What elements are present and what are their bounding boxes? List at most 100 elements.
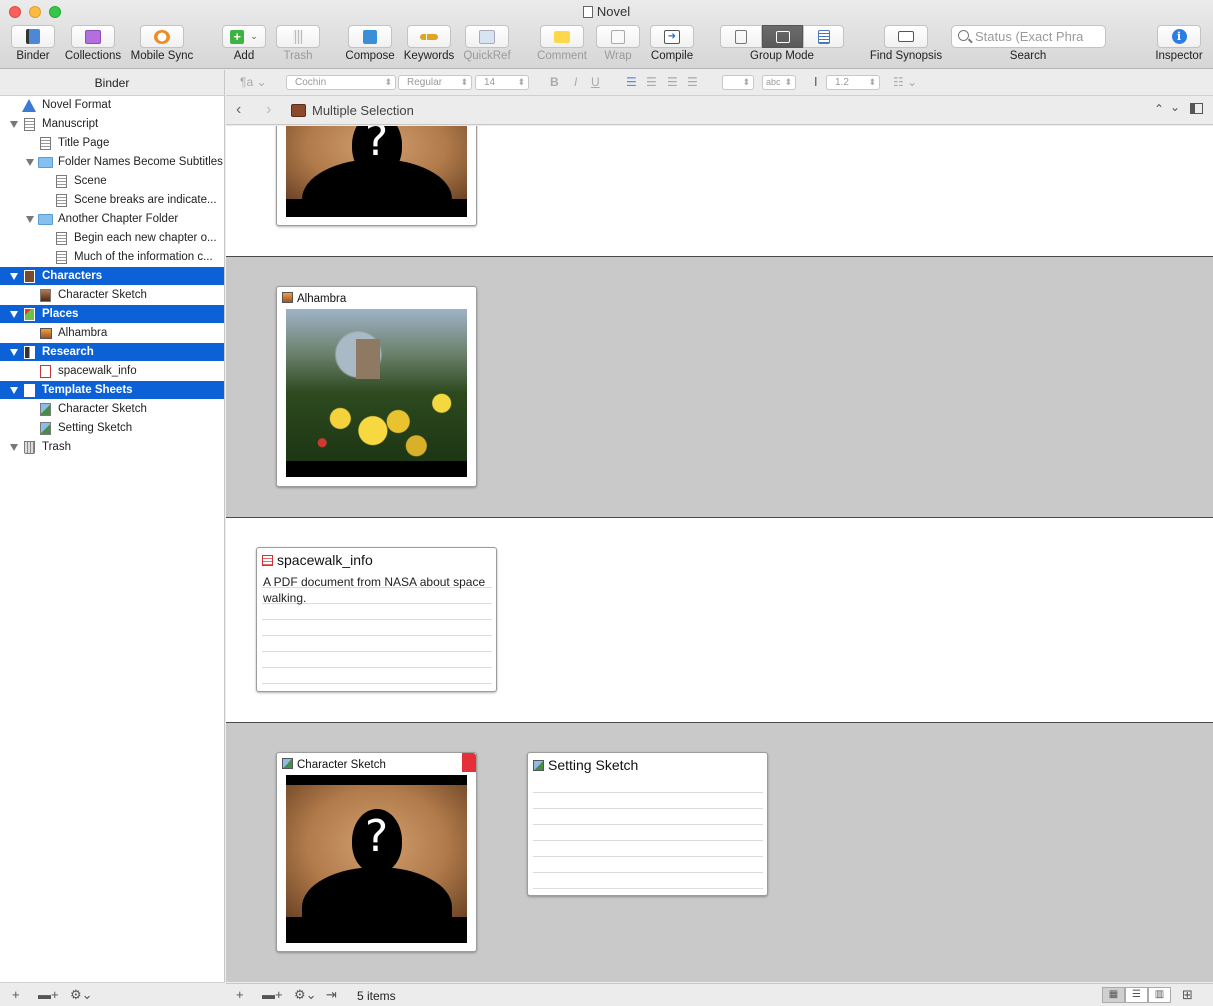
gear-icon[interactable]: ⚙⌄ xyxy=(70,987,93,1003)
chevron-down-icon[interactable]: ⌄ xyxy=(1170,100,1180,114)
grid-view-icon[interactable]: ▦ xyxy=(1102,987,1125,1003)
mobile-sync-toolbar-button[interactable]: Mobile Sync xyxy=(131,25,193,62)
list-style-menu[interactable]: ☷ ⌄ xyxy=(893,75,917,89)
export-icon[interactable]: ⇥ xyxy=(326,987,337,1003)
disclosure-triangle-icon[interactable] xyxy=(10,311,18,318)
add-folder-icon[interactable]: ▬+ xyxy=(262,987,283,1002)
binder-item-setting-sketch[interactable]: Setting Sketch xyxy=(0,419,224,438)
index-card-character-sketch[interactable]: Character Sketch ? xyxy=(276,752,477,952)
italic-button[interactable]: I xyxy=(574,75,577,89)
document-icon xyxy=(582,6,593,18)
chevron-up-icon[interactable]: ⌃ xyxy=(1154,102,1164,116)
trash-toolbar-button[interactable]: Trash xyxy=(276,25,320,62)
editor-title: Multiple Selection xyxy=(312,103,414,118)
binder-item-folder-names[interactable]: Folder Names Become Subtitles xyxy=(0,153,224,172)
binder-toolbar-button[interactable]: Binder xyxy=(11,25,55,62)
binder-item-trash[interactable]: Trash xyxy=(0,438,224,457)
align-right-button[interactable]: ☰ xyxy=(667,75,678,89)
disclosure-triangle-icon[interactable] xyxy=(26,159,34,166)
binder-item-template-character-sketch[interactable]: Character Sketch xyxy=(0,400,224,419)
collections-toolbar-button[interactable]: Collections xyxy=(65,25,121,62)
align-left-button[interactable]: ☰ xyxy=(626,75,637,89)
editor-footer: + ▬+ ⚙⌄ ⇥ 5 items ▦ ☰ ▥ ⊞ xyxy=(226,983,1213,1006)
compose-toolbar-button[interactable]: Compose xyxy=(345,25,395,62)
line-spacing-select[interactable]: 1.2 xyxy=(826,75,880,90)
compose-icon xyxy=(363,29,377,44)
research-folder-icon xyxy=(24,346,35,359)
disclosure-triangle-icon[interactable] xyxy=(10,121,18,128)
binder-item-scene[interactable]: Scene xyxy=(0,172,224,191)
split-view-icon[interactable] xyxy=(1190,103,1203,114)
binder-item-begin-each-chapter[interactable]: Begin each new chapter o... xyxy=(0,229,224,248)
corkboard-view-mode-control[interactable]: ▦ ☰ ▥ xyxy=(1102,987,1171,1003)
align-center-button[interactable]: ☰ xyxy=(646,75,657,89)
columns-view-icon[interactable]: ▥ xyxy=(1148,987,1171,1003)
add-toolbar-button[interactable]: + ⌄ Add xyxy=(222,25,266,62)
find-synopsis-toolbar-button[interactable]: Find Synopsis xyxy=(870,25,942,62)
chevron-down-icon: ⌄ xyxy=(250,31,258,41)
gear-icon[interactable]: ⚙⌄ xyxy=(294,987,317,1003)
binder-item-title-page[interactable]: Title Page xyxy=(0,134,224,153)
trash-icon xyxy=(24,441,35,454)
binder-icon xyxy=(26,29,40,44)
bold-button[interactable]: B xyxy=(550,75,559,89)
binder-item-template-sheets[interactable]: Template Sheets xyxy=(0,381,224,400)
window-title: Novel xyxy=(0,4,1213,19)
align-justify-button[interactable]: ☰ xyxy=(687,75,698,89)
wrap-icon xyxy=(611,29,625,44)
underline-button[interactable]: U xyxy=(591,75,600,89)
text-color-select[interactable] xyxy=(722,75,754,90)
highlight-color-select[interactable]: abc xyxy=(762,75,796,90)
font-family-select[interactable]: Cochin xyxy=(286,75,396,90)
font-weight-select[interactable]: Regular xyxy=(398,75,472,90)
disclosure-triangle-icon[interactable] xyxy=(10,273,18,280)
add-icon[interactable]: + xyxy=(12,987,20,1002)
binder-item-another-chapter-folder[interactable]: Another Chapter Folder xyxy=(0,210,224,229)
add-folder-icon[interactable]: ▬+ xyxy=(38,987,59,1002)
card-synopsis[interactable]: A PDF document from NASA about space wal… xyxy=(262,572,492,687)
quickref-toolbar-button[interactable]: QuickRef xyxy=(463,25,511,62)
binder-item-scene-breaks[interactable]: Scene breaks are indicate... xyxy=(0,191,224,210)
index-card-character-sketch-top[interactable]: ? xyxy=(276,126,477,226)
index-card-spacewalk-info[interactable]: spacewalk_info A PDF document from NASA … xyxy=(256,547,497,692)
disclosure-triangle-icon[interactable] xyxy=(10,387,18,394)
binder-item-character-sketch[interactable]: Character Sketch xyxy=(0,286,224,305)
label-color-flag xyxy=(462,753,476,772)
character-photo: ? xyxy=(286,775,467,943)
group-mode-outliner-button[interactable] xyxy=(803,25,844,48)
binder-item-alhambra[interactable]: Alhambra xyxy=(0,324,224,343)
question-mark: ? xyxy=(364,126,389,166)
search-label: Search xyxy=(1009,50,1047,62)
binder-item-places[interactable]: Places xyxy=(0,305,224,324)
binder-item-novel-format[interactable]: Novel Format xyxy=(0,96,224,115)
binder-item-characters[interactable]: Characters xyxy=(0,267,224,286)
forward-arrow-icon[interactable]: › xyxy=(266,101,271,119)
comment-toolbar-button[interactable]: Comment xyxy=(537,25,587,62)
rows-view-icon[interactable]: ☰ xyxy=(1125,987,1148,1003)
font-size-select[interactable]: 14 xyxy=(475,75,529,90)
add-icon[interactable]: + xyxy=(236,987,244,1002)
group-mode-corkboard-button[interactable] xyxy=(762,25,803,48)
index-card-setting-sketch[interactable]: Setting Sketch xyxy=(527,752,768,896)
disclosure-triangle-icon[interactable] xyxy=(10,444,18,451)
binder-item-manuscript[interactable]: Manuscript xyxy=(0,115,224,134)
back-arrow-icon[interactable]: ‹ xyxy=(236,101,241,119)
wrap-toolbar-button[interactable]: Wrap xyxy=(596,25,640,62)
disclosure-triangle-icon[interactable] xyxy=(10,349,18,356)
card-synopsis[interactable] xyxy=(533,777,763,891)
compile-toolbar-button[interactable]: ➜ Compile xyxy=(650,25,694,62)
group-mode-control[interactable]: Group Mode xyxy=(720,25,844,62)
group-mode-scrivenings-button[interactable] xyxy=(720,25,762,48)
silhouette-body xyxy=(302,867,452,943)
corkboard-options-icon[interactable]: ⊞ xyxy=(1182,987,1193,1003)
index-card-alhambra[interactable]: Alhambra xyxy=(276,286,477,487)
comment-icon xyxy=(554,30,570,43)
paragraph-style-menu[interactable]: ¶a ⌄ xyxy=(240,75,267,89)
inspector-toolbar-button[interactable]: i Inspector xyxy=(1155,25,1203,62)
binder-item-spacewalk-info[interactable]: spacewalk_info xyxy=(0,362,224,381)
binder-item-much-of-information[interactable]: Much of the information c... xyxy=(0,248,224,267)
disclosure-triangle-icon[interactable] xyxy=(26,216,34,223)
binder-item-research[interactable]: Research xyxy=(0,343,224,362)
keywords-toolbar-button[interactable]: Keywords xyxy=(404,25,454,62)
search-input[interactable]: Status (Exact Phra xyxy=(951,25,1106,48)
